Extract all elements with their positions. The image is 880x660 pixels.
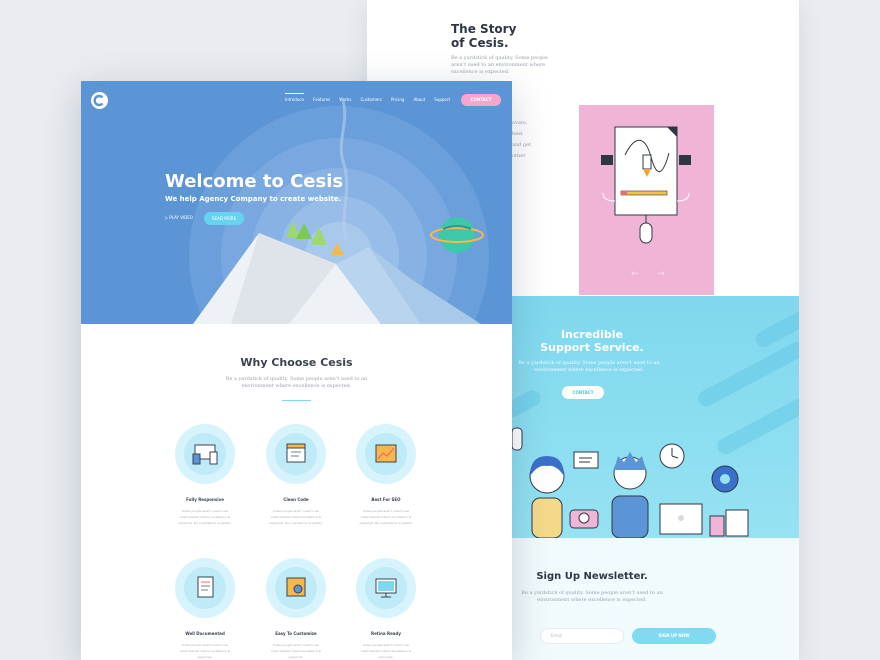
- code-window-icon: [286, 443, 306, 463]
- decor-stripe: [695, 338, 799, 410]
- feature-description: Some people aren’t used to an environmen…: [269, 509, 323, 525]
- support-team-illustration: [512, 427, 749, 538]
- carousel-arrows[interactable]: ← →: [631, 269, 673, 279]
- main-nav: Introduce Features Works Customers Prici…: [285, 93, 459, 102]
- nav-item-works[interactable]: Works: [339, 97, 351, 102]
- nav-item-support[interactable]: Support: [434, 97, 450, 102]
- newsletter-title: Sign Up Newsletter.: [536, 571, 648, 582]
- feature-icon-circle: [266, 424, 326, 484]
- feature-icon-circle: [356, 558, 416, 618]
- support-subtitle: Be a yardstick of quality. Some people a…: [518, 360, 660, 373]
- feature-icon-circle: [266, 558, 326, 618]
- feature-title: Clean Code: [283, 497, 309, 502]
- newsletter-section: Sign Up Newsletter. Be a yardstick of qu…: [512, 538, 799, 660]
- nav-item-customers[interactable]: Customers: [360, 97, 382, 102]
- feature-icon-circle: [356, 424, 416, 484]
- feature-description: Some people aren’t used to an environmen…: [359, 509, 413, 525]
- story-illustration-card: ← →: [579, 105, 714, 295]
- design-illustration: [601, 126, 691, 244]
- feature-icon-circle: [175, 558, 235, 618]
- hero-subtitle: We help Agency Company to create website…: [165, 195, 342, 203]
- read-more-button[interactable]: READ MORE: [204, 212, 244, 225]
- story-text-partial: ovate, best and get other: [512, 120, 532, 159]
- why-subtitle: Be a yardstick of quality. Some people a…: [225, 376, 368, 389]
- feature-description: Some people aren’t used to an environmen…: [179, 643, 231, 659]
- play-video-link[interactable]: ▷ PLAY VIDEO: [165, 215, 193, 220]
- chart-icon: [375, 444, 397, 463]
- hero-title: Welcome to Cesis: [165, 171, 344, 192]
- feature-title: Retina Ready: [371, 631, 401, 636]
- feature-title: Best For SEO: [371, 497, 401, 502]
- newsletter-subtitle: Be a yardstick of quality. Some people a…: [521, 590, 663, 603]
- nav-item-introduce[interactable]: Introduce: [285, 93, 305, 102]
- devices-icon: [192, 444, 218, 465]
- support-section: Incredible Support Service. Be a yardsti…: [512, 296, 799, 538]
- settings-window-icon: [286, 577, 306, 597]
- feature-title: Well Documented: [185, 631, 225, 636]
- nav-item-pricing[interactable]: Pricing: [391, 97, 404, 102]
- document-icon: [197, 576, 214, 598]
- story-title: The Story of Cesis.: [451, 22, 517, 50]
- feature-icon-circle: [175, 424, 235, 484]
- feature-title: Easy To Customize: [275, 631, 317, 636]
- feature-description: Some people aren’t used to an environmen…: [360, 643, 412, 659]
- cesis-logo[interactable]: [91, 92, 108, 109]
- decor-stripe: [752, 298, 799, 350]
- monitor-icon: [375, 578, 397, 598]
- newsletter-email-input[interactable]: Email: [540, 628, 624, 644]
- newsletter-signup-button[interactable]: SIGN UP NOW: [632, 628, 716, 644]
- nav-item-features[interactable]: Features: [313, 97, 330, 102]
- feature-title: Fully Responsive: [186, 497, 224, 502]
- play-video-label: PLAY VIDEO: [169, 215, 193, 220]
- section-divider: [282, 400, 311, 401]
- feature-description: Some people aren’t used to an environmen…: [270, 643, 322, 659]
- nav-item-about[interactable]: About: [413, 97, 425, 102]
- support-title: Incredible Support Service.: [540, 328, 644, 354]
- nav-contact-button[interactable]: CONTACT: [461, 94, 501, 106]
- story-subtitle: Be a yardstick of quality. Some people a…: [451, 55, 548, 75]
- logo-c-icon: [93, 94, 104, 107]
- front-page-preview: Introduce Features Works Customers Prici…: [81, 81, 512, 660]
- decor-stripe: [512, 387, 544, 421]
- support-contact-button[interactable]: CONTACT: [562, 386, 604, 399]
- feature-description: Some people aren’t used to an environmen…: [178, 509, 232, 525]
- why-title: Why Choose Cesis: [240, 356, 353, 369]
- hero-section: Introduce Features Works Customers Prici…: [81, 81, 512, 324]
